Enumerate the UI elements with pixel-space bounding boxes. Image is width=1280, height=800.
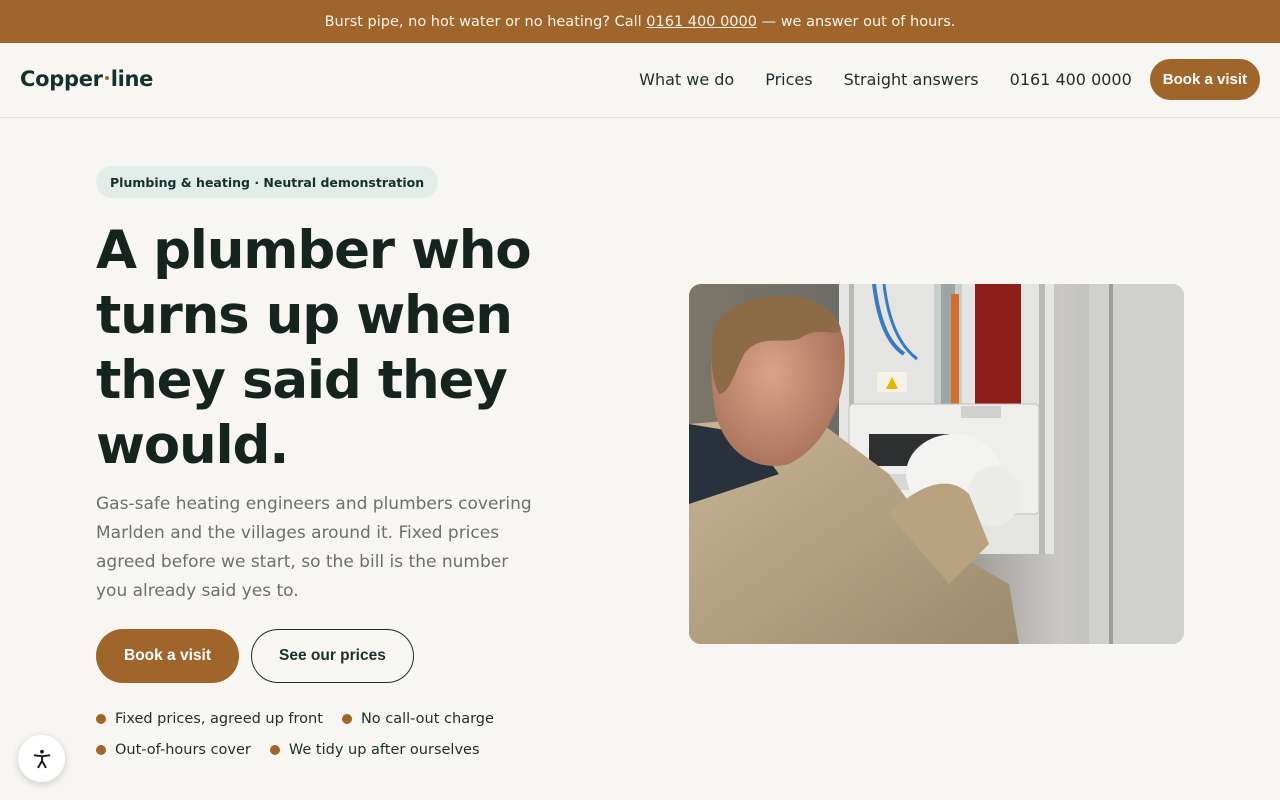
feature-label: Fixed prices, agreed up front: [115, 710, 323, 727]
nav-link-straight-answers[interactable]: Straight answers: [844, 70, 979, 89]
book-visit-button[interactable]: Book a visit: [96, 629, 239, 683]
nav-book-visit-button[interactable]: Book a visit: [1149, 59, 1260, 100]
bullet-dot-icon: [96, 744, 106, 755]
bullet-dot-icon: [269, 744, 280, 755]
feature-list: Fixed prices, agreed up front No call-ou…: [96, 708, 656, 760]
site-header: Copper line What we do Prices Straight a…: [0, 43, 1280, 118]
announcement-bar: Burst pipe, no hot water or no heating? …: [0, 0, 1280, 43]
feature-item: We tidy up after ourselves: [269, 739, 480, 760]
brand-name-part1: Copper: [20, 67, 103, 91]
brand-logo[interactable]: Copper line: [20, 67, 153, 91]
nav-link-phone[interactable]: 0161 400 0000: [1010, 70, 1132, 89]
brand-dot: [104, 76, 109, 80]
feature-item: Fixed prices, agreed up front: [96, 708, 323, 729]
hero-badge: Plumbing & heating · Neutral demonstrati…: [96, 166, 439, 198]
hero-photo-plumber-boiler: [689, 284, 1184, 644]
hero-lede: Gas-safe heating engineers and plumbers …: [96, 494, 532, 601]
hero-cta-row: Book a visit See our prices: [96, 629, 414, 683]
brand-name-part2: line: [110, 67, 154, 91]
bullet-dot-icon: [96, 713, 106, 724]
hero-headline: A plumber who turns up when they said th…: [96, 220, 532, 476]
feature-label: We tidy up after ourselves: [288, 741, 480, 758]
feature-item: Out-of-hours cover: [96, 739, 251, 760]
accessibility-person-icon: [33, 749, 50, 768]
feature-item: No call-out charge: [341, 708, 494, 729]
announcement-phone-link[interactable]: 0161 400 0000: [646, 14, 757, 30]
announcement-text-before: Burst pipe, no hot water or no heating? …: [324, 13, 647, 30]
nav-link-prices[interactable]: Prices: [765, 70, 812, 89]
feature-label: No call-out charge: [360, 710, 494, 727]
announcement-text-after: — we answer out of hours.: [756, 13, 956, 30]
see-prices-button[interactable]: See our prices: [251, 629, 414, 683]
feature-label: Out-of-hours cover: [115, 741, 251, 758]
main-nav: What we do Prices Straight answers 0161 …: [639, 59, 1260, 100]
accessibility-button[interactable]: [18, 735, 65, 782]
nav-link-what-we-do[interactable]: What we do: [639, 70, 734, 89]
bullet-dot-icon: [341, 713, 352, 724]
